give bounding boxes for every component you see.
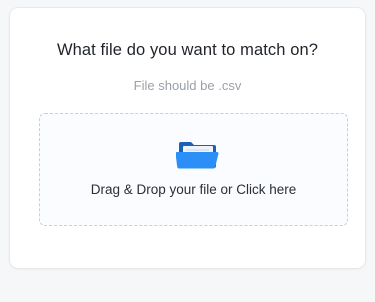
- folder-icon: [175, 136, 220, 170]
- upload-title: What file do you want to match on?: [56, 41, 319, 59]
- file-type-hint: File should be .csv: [133, 78, 242, 93]
- dropzone-label: Drag & Drop your file or Click here: [90, 182, 297, 197]
- file-dropzone[interactable]: Drag & Drop your file or Click here: [39, 113, 348, 226]
- upload-card: What file do you want to match on? File …: [10, 8, 365, 268]
